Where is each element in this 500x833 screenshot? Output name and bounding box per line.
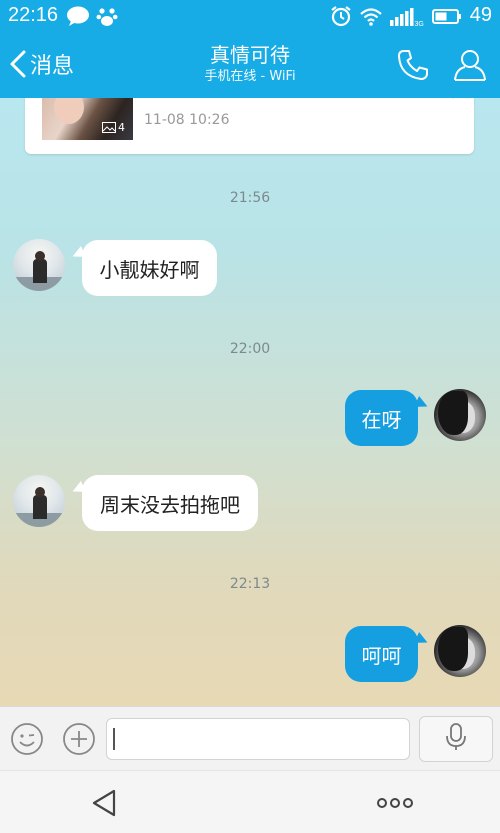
- my-avatar[interactable]: [434, 389, 486, 441]
- back-label: 消息: [30, 54, 75, 79]
- more-icon[interactable]: [376, 795, 414, 814]
- wifi-icon: [359, 5, 383, 31]
- message-timestamp: 21:56: [229, 190, 271, 206]
- status-time: 22:16: [8, 4, 59, 26]
- svg-text:3G: 3G: [415, 21, 424, 27]
- mic-icon: [445, 722, 467, 756]
- shared-photo-card[interactable]: 4 11-08 10:26: [25, 98, 474, 154]
- card-arrow-icon: [446, 98, 456, 107]
- back-button[interactable]: 消息: [8, 48, 74, 80]
- photo-count-badge: 4: [102, 121, 125, 134]
- my-avatar[interactable]: [434, 625, 486, 677]
- photo-thumbnail[interactable]: 4: [42, 98, 133, 140]
- battery-level: 49: [469, 4, 492, 26]
- top-bar: 22:16 3G 49 消息 真情可待 手机在线 - WiFi: [0, 0, 500, 98]
- chat-header: 消息 真情可待 手机在线 - WiFi: [0, 34, 500, 98]
- message-input-bar: [0, 706, 500, 770]
- message-timestamp: 22:13: [229, 576, 271, 592]
- message-icon: [66, 5, 90, 31]
- contact-avatar[interactable]: [13, 239, 65, 291]
- nav-back-icon[interactable]: [90, 788, 118, 822]
- message-input[interactable]: [106, 718, 410, 760]
- message-timestamp: 22:00: [229, 341, 271, 357]
- text-caret: [113, 728, 115, 750]
- plus-icon[interactable]: [62, 722, 96, 760]
- image-icon: [102, 122, 116, 133]
- card-timestamp: 11-08 10:26: [144, 112, 230, 128]
- voice-button[interactable]: [419, 716, 493, 762]
- phone-icon[interactable]: [396, 48, 430, 86]
- received-message-bubble[interactable]: 周末没去拍拖吧: [82, 475, 258, 531]
- profile-icon[interactable]: [452, 48, 488, 86]
- status-bar: 22:16 3G 49: [0, 0, 500, 34]
- chat-area[interactable]: 4 11-08 10:26 21:56 小靓妹好啊 22:00 在呀 周末没去拍…: [0, 98, 500, 706]
- back-chevron-icon: [8, 49, 28, 79]
- alarm-icon: [330, 5, 352, 31]
- emoji-icon[interactable]: [10, 722, 44, 760]
- contact-avatar[interactable]: [13, 475, 65, 527]
- sent-message-bubble[interactable]: 在呀: [345, 390, 418, 446]
- system-nav-bar: [0, 770, 500, 833]
- sent-message-bubble[interactable]: 呵呵: [345, 626, 418, 682]
- signal-icon: 3G: [389, 5, 425, 31]
- paw-icon: [96, 5, 118, 31]
- received-message-bubble[interactable]: 小靓妹好啊: [82, 240, 217, 296]
- battery-icon: [432, 5, 462, 31]
